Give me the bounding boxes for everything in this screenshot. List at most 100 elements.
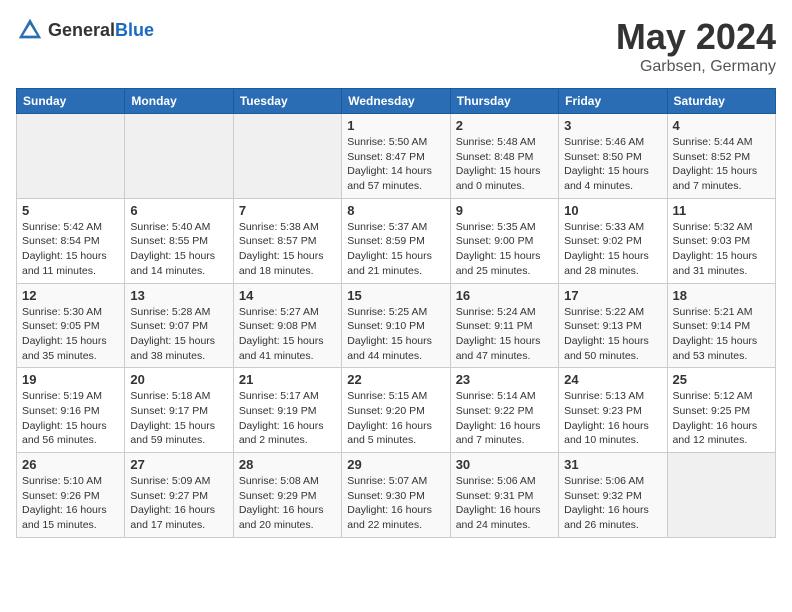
day-detail: Sunrise: 5:48 AMSunset: 8:48 PMDaylight:… xyxy=(456,135,553,194)
table-row: 24Sunrise: 5:13 AMSunset: 9:23 PMDayligh… xyxy=(559,368,667,453)
table-row: 1Sunrise: 5:50 AMSunset: 8:47 PMDaylight… xyxy=(342,114,450,199)
day-number: 14 xyxy=(239,288,336,303)
day-number: 12 xyxy=(22,288,119,303)
day-detail: Sunrise: 5:28 AMSunset: 9:07 PMDaylight:… xyxy=(130,305,227,364)
header-friday: Friday xyxy=(559,89,667,114)
table-row: 16 Sunrise: 5:24 AMSunset: 9:11 PMDayligh… xyxy=(450,283,558,368)
day-number: 6 xyxy=(130,203,227,218)
header-sunday: Sunday xyxy=(17,89,125,114)
day-detail: Sunrise: 5:07 AMSunset: 9:30 PMDaylight:… xyxy=(347,474,444,533)
table-row: 14Sunrise: 5:27 AMSunset: 9:08 PMDayligh… xyxy=(233,283,341,368)
table-row: 27 Sunrise: 5:09 AMSunset: 9:27 PMDayligh… xyxy=(125,453,233,538)
table-row: 20 Sunrise: 5:18 AMSunset: 9:17 PMDayligh… xyxy=(125,368,233,453)
table-row: 15 Sunrise: 5:25 AMSunset: 9:10 PMDayligh… xyxy=(342,283,450,368)
day-number: 21 xyxy=(239,372,336,387)
day-number: 18 xyxy=(673,288,770,303)
day-number: 11 xyxy=(673,203,770,218)
day-detail: Sunrise: 5:32 AMSunset: 9:03 PMDaylight:… xyxy=(673,220,770,279)
table-row: 6 Sunrise: 5:40 AMSunset: 8:55 PMDaylight… xyxy=(125,198,233,283)
table-row: 17 Sunrise: 5:22 AMSunset: 9:13 PMDayligh… xyxy=(559,283,667,368)
logo: GeneralBlue xyxy=(16,16,154,44)
day-detail: Sunrise: 5:22 AMSunset: 9:13 PMDaylight:… xyxy=(564,305,661,364)
day-number: 16 xyxy=(456,288,553,303)
day-detail: Sunrise: 5:37 AMSunset: 8:59 PMDaylight:… xyxy=(347,220,444,279)
day-detail: Sunrise: 5:15 AMSunset: 9:20 PMDaylight:… xyxy=(347,389,444,448)
day-detail: Sunrise: 5:44 AMSunset: 8:52 PMDaylight:… xyxy=(673,135,770,194)
day-detail: Sunrise: 5:42 AMSunset: 8:54 PMDaylight:… xyxy=(22,220,119,279)
day-number: 31 xyxy=(564,457,661,472)
day-detail: Sunrise: 5:14 AMSunset: 9:22 PMDaylight:… xyxy=(456,389,553,448)
day-detail: Sunrise: 5:35 AMSunset: 9:00 PMDaylight:… xyxy=(456,220,553,279)
day-detail: Sunrise: 5:18 AMSunset: 9:17 PMDaylight:… xyxy=(130,389,227,448)
table-row: 31 Sunrise: 5:06 AMSunset: 9:32 PMDayligh… xyxy=(559,453,667,538)
day-detail: Sunrise: 5:50 AMSunset: 8:47 PMDaylight:… xyxy=(347,135,444,194)
logo-text-blue: Blue xyxy=(115,20,154,40)
day-number: 4 xyxy=(673,118,770,133)
day-number: 25 xyxy=(673,372,770,387)
day-detail: Sunrise: 5:19 AMSunset: 9:16 PMDaylight:… xyxy=(22,389,119,448)
table-row: 23 Sunrise: 5:14 AMSunset: 9:22 PMDayligh… xyxy=(450,368,558,453)
day-detail: Sunrise: 5:46 AMSunset: 8:50 PMDaylight:… xyxy=(564,135,661,194)
table-row: 22 Sunrise: 5:15 AMSunset: 9:20 PMDayligh… xyxy=(342,368,450,453)
table-row: 30 Sunrise: 5:06 AMSunset: 9:31 PMDayligh… xyxy=(450,453,558,538)
table-row: 12Sunrise: 5:30 AMSunset: 9:05 PMDayligh… xyxy=(17,283,125,368)
day-number: 13 xyxy=(130,288,227,303)
table-row: 18 Sunrise: 5:21 AMSunset: 9:14 PMDayligh… xyxy=(667,283,775,368)
day-detail: Sunrise: 5:17 AMSunset: 9:19 PMDaylight:… xyxy=(239,389,336,448)
calendar-week-2: 5 Sunrise: 5:42 AMSunset: 8:54 PMDaylight… xyxy=(17,198,776,283)
day-number: 23 xyxy=(456,372,553,387)
table-row: 26 Sunrise: 5:10 AMSunset: 9:26 PMDayligh… xyxy=(17,453,125,538)
day-detail: Sunrise: 5:40 AMSunset: 8:55 PMDaylight:… xyxy=(130,220,227,279)
day-detail: Sunrise: 5:12 AMSunset: 9:25 PMDaylight:… xyxy=(673,389,770,448)
table-row: 3 Sunrise: 5:46 AMSunset: 8:50 PMDaylight… xyxy=(559,114,667,199)
table-row: 28Sunrise: 5:08 AMSunset: 9:29 PMDayligh… xyxy=(233,453,341,538)
table-row xyxy=(125,114,233,199)
header-tuesday: Tuesday xyxy=(233,89,341,114)
logo-text-general: General xyxy=(48,20,115,40)
header-wednesday: Wednesday xyxy=(342,89,450,114)
day-number: 3 xyxy=(564,118,661,133)
table-row: 19 Sunrise: 5:19 AMSunset: 9:16 PMDayligh… xyxy=(17,368,125,453)
day-number: 27 xyxy=(130,457,227,472)
day-number: 17 xyxy=(564,288,661,303)
logo-icon xyxy=(16,16,44,44)
calendar-header-row: Sunday Monday Tuesday Wednesday Thursday… xyxy=(17,89,776,114)
day-detail: Sunrise: 5:09 AMSunset: 9:27 PMDaylight:… xyxy=(130,474,227,533)
table-row: 25 Sunrise: 5:12 AMSunset: 9:25 PMDayligh… xyxy=(667,368,775,453)
table-row: 11 Sunrise: 5:32 AMSunset: 9:03 PMDayligh… xyxy=(667,198,775,283)
day-detail: Sunrise: 5:21 AMSunset: 9:14 PMDaylight:… xyxy=(673,305,770,364)
header-thursday: Thursday xyxy=(450,89,558,114)
header-saturday: Saturday xyxy=(667,89,775,114)
table-row: 9Sunrise: 5:35 AMSunset: 9:00 PMDaylight… xyxy=(450,198,558,283)
page-header: GeneralBlue May 2024 Garbsen, Germany xyxy=(16,16,776,76)
day-number: 8 xyxy=(347,203,444,218)
day-detail: Sunrise: 5:38 AMSunset: 8:57 PMDaylight:… xyxy=(239,220,336,279)
day-number: 20 xyxy=(130,372,227,387)
month-title: May 2024 xyxy=(616,16,776,58)
day-number: 19 xyxy=(22,372,119,387)
day-number: 26 xyxy=(22,457,119,472)
day-number: 7 xyxy=(239,203,336,218)
day-number: 28 xyxy=(239,457,336,472)
day-detail: Sunrise: 5:24 AMSunset: 9:11 PMDaylight:… xyxy=(456,305,553,364)
day-number: 30 xyxy=(456,457,553,472)
table-row xyxy=(233,114,341,199)
table-row: 10 Sunrise: 5:33 AMSunset: 9:02 PMDayligh… xyxy=(559,198,667,283)
day-detail: Sunrise: 5:06 AMSunset: 9:32 PMDaylight:… xyxy=(564,474,661,533)
header-monday: Monday xyxy=(125,89,233,114)
table-row xyxy=(17,114,125,199)
day-detail: Sunrise: 5:06 AMSunset: 9:31 PMDaylight:… xyxy=(456,474,553,533)
day-number: 22 xyxy=(347,372,444,387)
day-number: 5 xyxy=(22,203,119,218)
day-detail: Sunrise: 5:33 AMSunset: 9:02 PMDaylight:… xyxy=(564,220,661,279)
calendar-table: Sunday Monday Tuesday Wednesday Thursday… xyxy=(16,88,776,538)
day-detail: Sunrise: 5:10 AMSunset: 9:26 PMDaylight:… xyxy=(22,474,119,533)
day-number: 10 xyxy=(564,203,661,218)
location-title: Garbsen, Germany xyxy=(616,58,776,76)
table-row xyxy=(667,453,775,538)
day-detail: Sunrise: 5:25 AMSunset: 9:10 PMDaylight:… xyxy=(347,305,444,364)
day-detail: Sunrise: 5:13 AMSunset: 9:23 PMDaylight:… xyxy=(564,389,661,448)
day-number: 15 xyxy=(347,288,444,303)
table-row: 4 Sunrise: 5:44 AMSunset: 8:52 PMDaylight… xyxy=(667,114,775,199)
table-row: 8 Sunrise: 5:37 AMSunset: 8:59 PMDaylight… xyxy=(342,198,450,283)
